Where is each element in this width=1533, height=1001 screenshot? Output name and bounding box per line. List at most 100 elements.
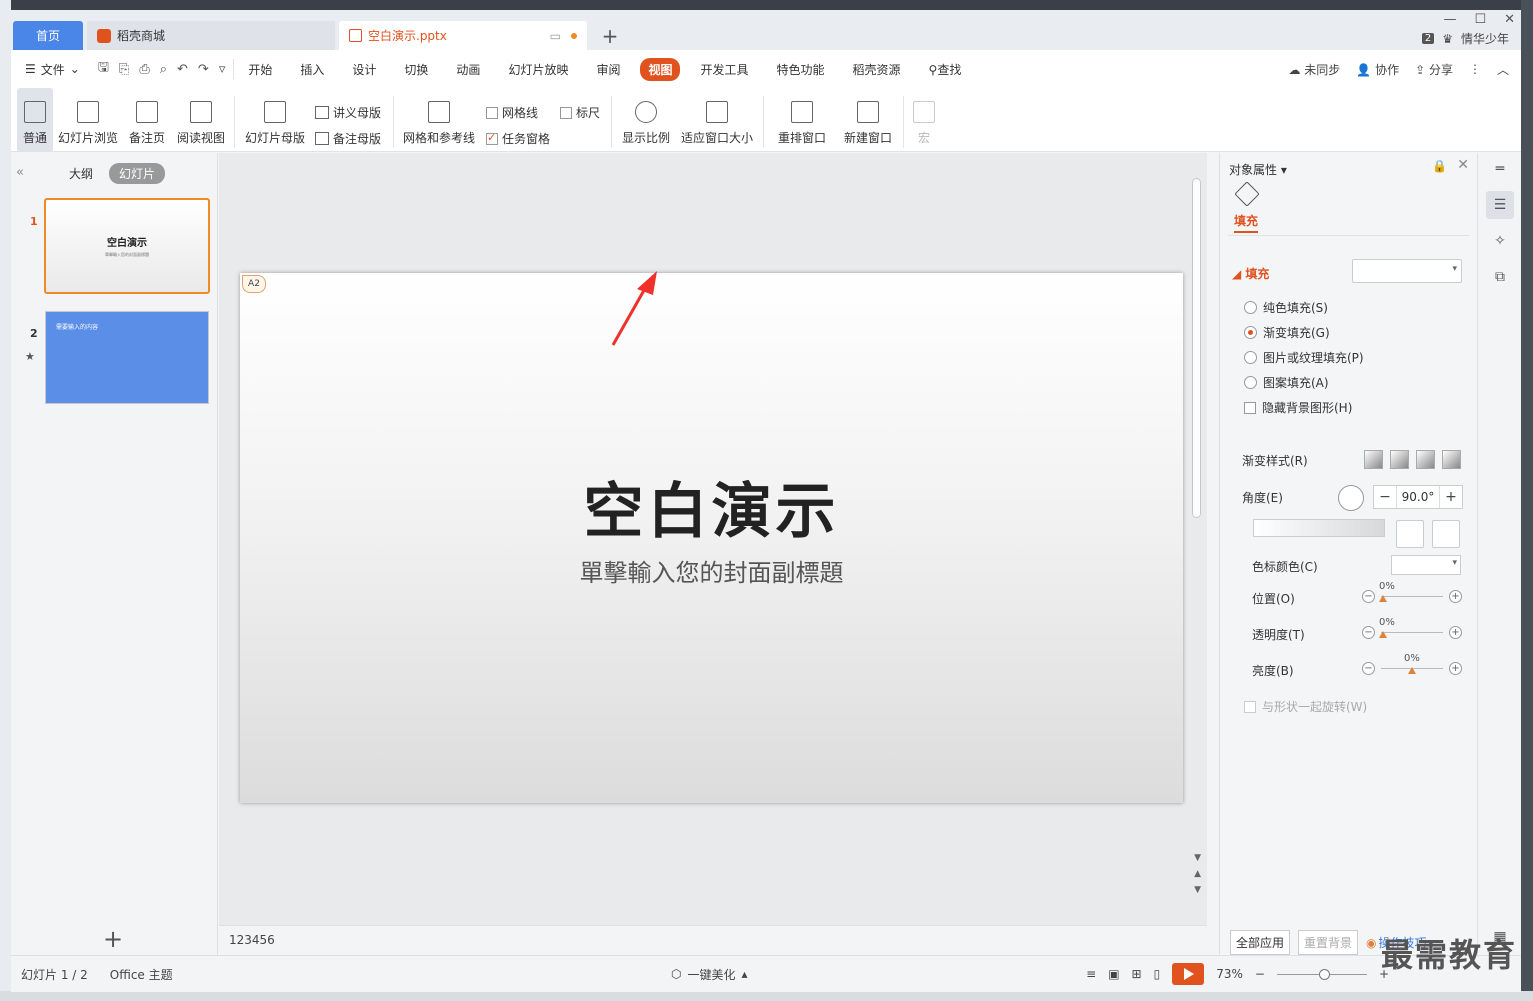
beautify-button[interactable]: ⬡ 一键美化 ▴ — [671, 966, 748, 983]
redo-icon[interactable]: ↷ — [198, 62, 209, 77]
menu-developer[interactable]: 开发工具 — [692, 58, 756, 81]
print-icon[interactable]: ⎙ — [139, 62, 149, 77]
tab-slides[interactable]: 幻灯片 — [109, 163, 166, 184]
copy-format-icon[interactable]: ⧉ — [1486, 263, 1514, 291]
radio-gradient-fill[interactable]: 渐变填充(G) — [1244, 324, 1330, 341]
fill-bucket-icon[interactable] — [1234, 181, 1260, 207]
print-preview-icon[interactable]: ⌕ — [160, 62, 167, 77]
angle-increase-button[interactable]: + — [1440, 489, 1462, 505]
task-pane-checkbox[interactable]: 任务窗格 — [486, 130, 550, 147]
customize-icon[interactable]: ▿ — [219, 62, 226, 77]
lock-icon[interactable]: 🔒 — [1432, 159, 1447, 173]
gradient-path-option[interactable] — [1442, 450, 1461, 469]
member-icon[interactable]: ♛ — [1442, 32, 1453, 46]
position-slider[interactable]: − 0% + — [1362, 581, 1462, 607]
slide-thumbnail-1[interactable]: 空白演示 單擊輸入您的封面副標題 — [44, 198, 210, 294]
tab-document[interactable]: 空白演示.pptx ▭ — [339, 21, 587, 50]
angle-stepper[interactable]: − 90.0° + — [1373, 485, 1463, 509]
tab-outline[interactable]: 大纲 — [69, 165, 93, 182]
menu-docer[interactable]: 稻壳资源 — [845, 58, 909, 81]
menu-animation[interactable]: 动画 — [448, 58, 488, 81]
gradient-rect-option[interactable] — [1416, 450, 1435, 469]
radio-solid-fill[interactable]: 纯色填充(S) — [1244, 299, 1328, 316]
fit-window-button[interactable]: 适应窗口大小 — [679, 88, 755, 152]
play-slideshow-button[interactable] — [1172, 963, 1205, 985]
panel-title[interactable]: 对象属性 ▾ — [1229, 161, 1287, 178]
collapse-ribbon-icon[interactable]: ︿ — [1497, 61, 1509, 78]
menu-insert[interactable]: 插入 — [292, 58, 332, 81]
gradient-linear-option[interactable] — [1364, 450, 1383, 469]
notes-area[interactable]: 123456 — [219, 925, 1207, 955]
notes-page-button[interactable]: 备注页 — [126, 88, 168, 152]
zoom-level[interactable]: 73% — [1216, 967, 1243, 981]
slide-subtitle[interactable]: 單擊輸入您的封面副標題 — [240, 553, 1183, 588]
file-menu[interactable]: ☰ 文件 ⌄ — [11, 61, 90, 78]
zoom-out-icon[interactable]: − — [1255, 967, 1265, 981]
minimize-icon[interactable]: — — [1443, 12, 1456, 27]
collapse-panel-icon[interactable]: « — [16, 165, 24, 180]
menu-features[interactable]: 特色功能 — [769, 58, 833, 81]
current-slide[interactable]: A2 空白演示 單擊輸入您的封面副標題 — [240, 273, 1183, 803]
zoom-button[interactable]: 显示比例 — [619, 88, 673, 152]
sorter-view-status-icon[interactable]: ⊞ — [1132, 967, 1142, 981]
zoom-slider[interactable] — [1276, 968, 1367, 980]
properties-icon[interactable]: ☰ — [1486, 191, 1514, 219]
sync-button[interactable]: ☁ 未同步 — [1288, 61, 1340, 78]
brightness-slider[interactable]: − 0% + — [1362, 653, 1462, 679]
handout-master-button[interactable]: 讲义母版 — [315, 104, 381, 121]
sidebar-handle-icon[interactable]: ═ — [1486, 155, 1514, 183]
angle-value[interactable]: 90.0° — [1396, 486, 1440, 508]
gradient-stop-bar[interactable] — [1253, 519, 1385, 537]
maximize-icon[interactable]: ☐ — [1474, 12, 1486, 27]
tab-home[interactable]: 首页 — [13, 21, 83, 50]
scroll-down-icon[interactable]: ▼ — [1194, 853, 1201, 863]
vertical-scrollbar[interactable] — [1192, 178, 1201, 518]
notes-toggle-icon[interactable]: ≡ — [1086, 967, 1096, 981]
new-tab-button[interactable]: + — [597, 23, 623, 49]
slider-thumb[interactable] — [1408, 667, 1416, 674]
close-panel-icon[interactable]: ✕ — [1457, 157, 1469, 173]
slide-sorter-button[interactable]: 幻灯片浏览 — [57, 88, 119, 152]
menu-start[interactable]: 开始 — [240, 58, 280, 81]
search-menu[interactable]: ⚲查找 — [921, 58, 970, 81]
notes-master-button[interactable]: 备注母版 — [315, 130, 381, 147]
transparency-plus-button[interactable]: + — [1449, 626, 1462, 639]
stop-color-dropdown[interactable] — [1391, 555, 1461, 575]
rotate-with-shape-checkbox[interactable]: 与形状一起旋转(W) — [1244, 698, 1367, 715]
grid-guides-button[interactable]: 网格和参考线 — [401, 88, 477, 152]
more-icon[interactable]: ⋮ — [1469, 62, 1481, 76]
reading-view-button[interactable]: 阅读视图 — [175, 88, 227, 152]
normal-view-status-icon[interactable]: ▣ — [1108, 967, 1119, 981]
save-icon[interactable]: 🖫 — [98, 58, 109, 80]
tab-fill[interactable]: 填充 — [1234, 212, 1259, 233]
arrange-windows-button[interactable]: 重排窗口 — [771, 88, 833, 152]
apply-all-button[interactable]: 全部应用 — [1230, 930, 1291, 955]
animation-pin-icon[interactable]: ✧ — [1486, 227, 1514, 255]
reset-background-button[interactable]: 重置背景 — [1298, 930, 1359, 955]
slide-master-button[interactable]: 幻灯片母版 — [243, 88, 307, 152]
brightness-minus-button[interactable]: − — [1362, 662, 1375, 675]
zoom-slider-thumb[interactable] — [1318, 968, 1330, 980]
next-slide-icon[interactable]: ▼ — [1194, 885, 1201, 895]
slide-title[interactable]: 空白演示 — [240, 463, 1183, 550]
menu-view[interactable]: 视图 — [640, 57, 681, 81]
position-plus-button[interactable]: + — [1449, 590, 1462, 603]
reading-view-status-icon[interactable]: ▯ — [1154, 967, 1161, 981]
menu-slideshow[interactable]: 幻灯片放映 — [500, 58, 576, 81]
fill-color-dropdown[interactable] — [1352, 259, 1462, 283]
fill-section-header[interactable]: ◢ 填充 — [1232, 265, 1269, 282]
radio-pattern-fill[interactable]: 图案填充(A) — [1244, 374, 1329, 391]
menu-review[interactable]: 审阅 — [588, 58, 628, 81]
transparency-slider[interactable]: − 0% + — [1362, 617, 1462, 643]
slide-thumbnail-2[interactable]: 需要输入的内容 — [45, 311, 209, 404]
menu-transition[interactable]: 切换 — [396, 58, 436, 81]
animation-tag[interactable]: A2 — [242, 275, 266, 293]
slider-thumb[interactable] — [1379, 631, 1387, 638]
angle-dial[interactable] — [1338, 485, 1364, 511]
undo-icon[interactable]: ↶ — [177, 62, 188, 77]
transparency-minus-button[interactable]: − — [1362, 626, 1375, 639]
delete-stop-button[interactable] — [1432, 520, 1460, 548]
screen-icon[interactable]: ▭ — [550, 29, 561, 43]
add-slide-button[interactable]: + — [103, 925, 123, 953]
hide-background-checkbox[interactable]: 隐藏背景图形(H) — [1244, 399, 1352, 416]
